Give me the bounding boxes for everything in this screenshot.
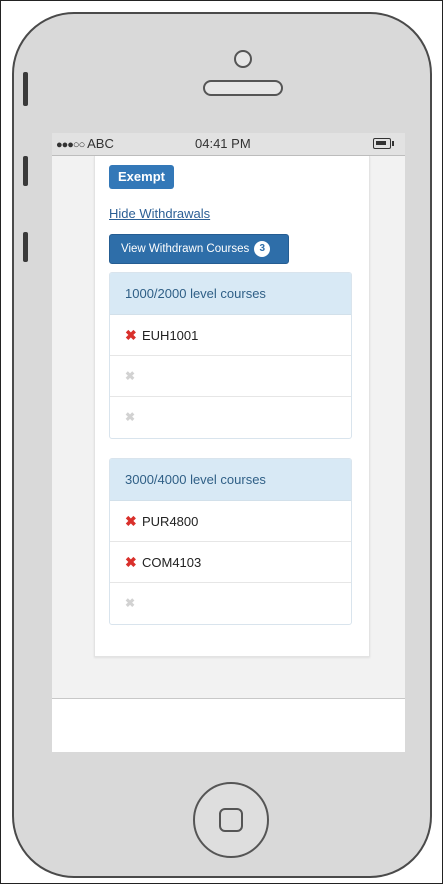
volume-up-button (23, 156, 28, 186)
withdrawn-count-badge: 3 (254, 241, 271, 257)
remove-icon[interactable]: ✖ (125, 542, 139, 582)
remove-icon[interactable]: ✖ (125, 315, 139, 355)
course-code: COM4103 (142, 555, 202, 570)
course-row: ✖ PUR4800 (110, 501, 351, 542)
course-row-empty: ✖ (110, 583, 351, 624)
course-code: EUH1001 (142, 328, 199, 343)
signal-strength-icon: ●●●○○ (56, 139, 85, 151)
group-header: 1000/2000 level courses (110, 273, 351, 315)
course-row-empty: ✖ (110, 397, 351, 438)
status-bar: ●●●○○ ABC 04:41 PM (52, 133, 405, 156)
home-button[interactable] (193, 782, 269, 858)
view-withdrawn-courses-button[interactable]: View Withdrawn Courses 3 (109, 234, 289, 264)
carrier-info: ●●●○○ ABC (56, 136, 114, 151)
course-code: PUR4800 (142, 514, 199, 529)
phone-screen: ●●●○○ ABC 04:41 PM Exempt Hide Withdrawa… (52, 133, 405, 752)
group-header: 3000/4000 level courses (110, 459, 351, 501)
status-time: 04:41 PM (195, 136, 251, 151)
remove-icon-disabled: ✖ (125, 369, 136, 383)
screen-footer-area (52, 699, 405, 752)
course-row: ✖ EUH1001 (110, 315, 351, 356)
volume-down-button (23, 232, 28, 262)
front-camera-icon (234, 50, 252, 68)
battery-icon (373, 138, 391, 149)
remove-icon[interactable]: ✖ (125, 501, 139, 541)
carrier-name: ABC (87, 136, 114, 151)
remove-icon-disabled: ✖ (125, 410, 136, 424)
remove-icon-disabled: ✖ (125, 596, 136, 610)
hide-withdrawals-link[interactable]: Hide Withdrawals (109, 206, 210, 221)
battery-tip (392, 141, 394, 146)
course-row: ✖ COM4103 (110, 542, 351, 583)
exempt-button[interactable]: Exempt (109, 165, 174, 189)
home-square-icon (219, 808, 243, 832)
course-row-empty: ✖ (110, 356, 351, 397)
earpiece-speaker-icon (203, 80, 283, 96)
mute-switch (23, 72, 28, 106)
view-withdrawn-label: View Withdrawn Courses (121, 243, 250, 255)
course-group-1000-2000: 1000/2000 level courses ✖ EUH1001 ✖ ✖ (109, 272, 352, 439)
course-group-3000-4000: 3000/4000 level courses ✖ PUR4800 ✖ COM410… (109, 458, 352, 625)
